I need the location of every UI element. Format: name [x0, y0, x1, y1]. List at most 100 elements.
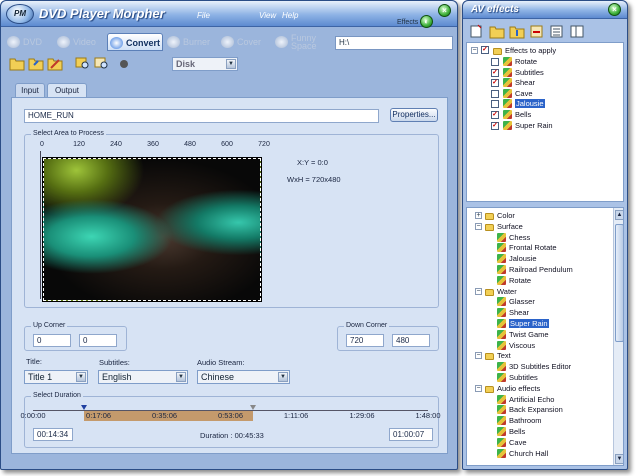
save-icon[interactable] [509, 24, 525, 39]
effect-icon [497, 437, 506, 447]
library-effect-item[interactable]: Railroad Pendulum [467, 265, 611, 275]
title-select[interactable]: Title 1 ▼ [24, 370, 88, 384]
tab-cover[interactable]: Cover [219, 33, 271, 51]
tab-funny-space[interactable]: Funny Space [273, 33, 333, 51]
source-select[interactable]: Disk ▼ [172, 57, 238, 71]
zoom-folder-icon[interactable] [75, 56, 91, 71]
library-effect-item[interactable]: Frontal Rotate [467, 243, 611, 253]
open-folder-icon[interactable] [9, 56, 25, 71]
subtitles-select[interactable]: English ▼ [98, 370, 188, 384]
library-effect-item[interactable]: 3D Subtitles Editor [467, 362, 611, 372]
scroll-down-icon[interactable]: ▼ [615, 454, 623, 464]
library-effect-item[interactable]: Subtitles [467, 373, 611, 383]
applied-effect-item[interactable]: Rotate [467, 57, 607, 67]
zoom-icon[interactable] [94, 56, 110, 71]
close-icon[interactable]: × [438, 4, 451, 17]
applied-effect-item[interactable]: Cave [467, 88, 607, 99]
up-corner-x-field[interactable]: 0 [33, 334, 71, 347]
duration-tick-label: 0:53:06 [217, 411, 244, 420]
video-preview[interactable] [42, 157, 262, 302]
collapse-icon[interactable]: − [475, 287, 482, 295]
up-corner-y-field[interactable]: 0 [79, 334, 117, 347]
effect-icon [503, 110, 512, 119]
duration-start-marker[interactable] [81, 405, 88, 410]
library-item-label: Cave [509, 437, 527, 447]
applied-effect-item[interactable]: ✓ Super Rain [467, 120, 607, 131]
applied-effect-item[interactable]: ✓ Subtitles [467, 67, 607, 78]
panel-view-icon[interactable] [569, 24, 585, 39]
collapse-icon[interactable]: − [475, 384, 482, 392]
move-icon[interactable] [529, 24, 545, 39]
effect-label: Subtitles [515, 67, 544, 77]
menu-file[interactable]: File [197, 11, 210, 20]
library-item-label: Audio effects [497, 383, 541, 393]
edit-icon[interactable] [47, 56, 63, 71]
effect-checkbox[interactable] [491, 100, 499, 109]
library-effect-item[interactable]: Jalousie [467, 254, 611, 264]
folder-icon [485, 353, 494, 361]
effect-checkbox[interactable]: ✓ [491, 79, 499, 88]
effect-checkbox[interactable] [491, 58, 499, 66]
library-effect-item[interactable]: Super Rain [467, 319, 611, 329]
collapse-icon[interactable]: − [475, 352, 482, 360]
library-effect-item[interactable]: Glasser [467, 297, 611, 307]
effects-root-checkbox[interactable]: ✓ [481, 46, 489, 54]
library-effect-item[interactable]: Bells [467, 427, 611, 437]
start-time-field[interactable]: 00:14:34 [33, 428, 73, 441]
effects-toggle-icon[interactable]: ◐ [420, 15, 433, 28]
audio-select[interactable]: Chinese ▼ [197, 370, 290, 384]
library-folder-item[interactable]: − Audio effects [467, 384, 611, 394]
library-folder-item[interactable]: − Surface [467, 222, 611, 232]
library-effect-item[interactable]: Rotate [467, 275, 611, 286]
effect-checkbox[interactable] [491, 89, 499, 98]
down-corner-x-field[interactable]: 720 [346, 334, 384, 347]
effects-root-label[interactable]: Effects to apply [505, 46, 556, 55]
tab-convert[interactable]: Convert [107, 33, 163, 51]
effect-checkbox[interactable]: ✓ [491, 68, 499, 77]
library-effect-item[interactable]: Bathroom [467, 416, 611, 426]
down-corner-y-field[interactable]: 480 [392, 334, 430, 347]
list-view-icon[interactable] [549, 24, 565, 39]
library-folder-item[interactable]: − Text [467, 351, 611, 361]
open-file-icon[interactable] [28, 56, 44, 71]
tab-burner[interactable]: Burner [165, 33, 217, 51]
library-folder-item[interactable]: + Color [467, 211, 611, 221]
end-time-field[interactable]: 01:00:07 [389, 428, 433, 441]
library-effect-item[interactable]: Church Hall [467, 448, 611, 459]
collapse-icon[interactable]: − [475, 222, 482, 230]
record-icon[interactable] [116, 56, 132, 71]
library-folder-item[interactable]: − Water [467, 287, 611, 297]
duration-end-marker[interactable] [249, 405, 256, 410]
properties-button[interactable]: Properties... [390, 108, 438, 122]
library-effect-item[interactable]: Back Expansion [467, 405, 611, 415]
library-effect-item[interactable]: Twist Game [467, 329, 611, 340]
source-name-field[interactable]: HOME_RUN [24, 109, 379, 123]
menu-view[interactable]: View [259, 11, 276, 20]
menu-help[interactable]: Help [282, 11, 298, 20]
expand-icon[interactable]: + [475, 212, 482, 219]
library-effect-item[interactable]: Shear [467, 308, 611, 318]
effect-checkbox[interactable]: ✓ [491, 111, 499, 119]
collapse-icon[interactable]: − [471, 47, 478, 54]
open-folder-icon[interactable] [489, 24, 505, 39]
applied-effect-item[interactable]: ✓ Bells [467, 110, 607, 120]
library-item-label: 3D Subtitles Editor [509, 362, 572, 372]
scroll-thumb[interactable] [615, 224, 623, 342]
library-scrollbar[interactable]: ▲ ▼ [613, 208, 623, 465]
applied-effect-item[interactable]: Jalousie [467, 99, 607, 109]
library-effect-item[interactable]: Artificial Echo [467, 394, 611, 405]
close-icon[interactable]: × [608, 3, 621, 16]
tab-label: Funny Space [291, 33, 317, 51]
tab-dvd[interactable]: DVD [5, 33, 53, 51]
tab-input[interactable]: Input [15, 83, 45, 98]
library-effect-item[interactable]: Cave [467, 437, 611, 448]
tab-video[interactable]: Video [55, 33, 105, 51]
scroll-up-icon[interactable]: ▲ [615, 210, 623, 220]
library-effect-item[interactable]: Viscous [467, 340, 611, 351]
applied-effect-item[interactable]: ✓ Shear [467, 78, 607, 88]
library-effect-item[interactable]: Chess [467, 232, 611, 243]
subtitles-select-value: English [102, 372, 132, 382]
path-field[interactable]: H:\ [335, 36, 453, 50]
new-effect-icon[interactable] [469, 24, 485, 39]
effect-checkbox[interactable]: ✓ [491, 121, 499, 130]
